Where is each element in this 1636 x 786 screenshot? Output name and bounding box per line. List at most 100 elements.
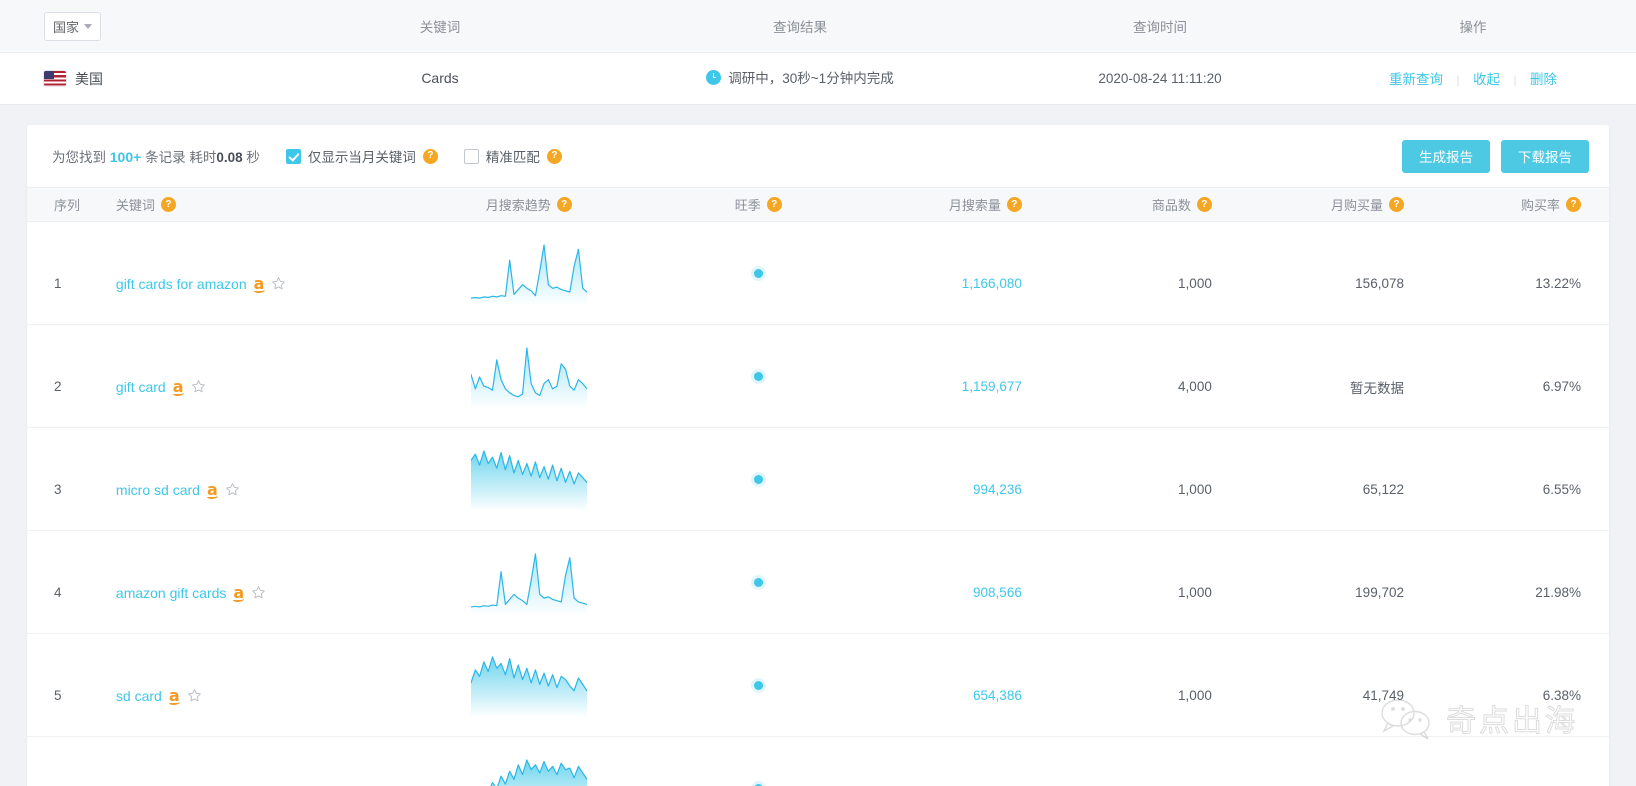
cell-volume: 654,386 <box>827 633 1022 737</box>
cell-purchases: 65,122 <box>1211 427 1404 531</box>
help-icon-purchases[interactable]: ? <box>1388 197 1404 212</box>
keywords-table: 序列 关键词? 月搜索趋势? 旺季? 月搜索量? 商品数? 月购买量 ? 购买率… <box>27 187 1609 786</box>
purchase-rate: 6.38% <box>1542 688 1581 703</box>
cell-peak <box>688 427 828 531</box>
col-header-volume: 月搜索量? <box>827 187 1022 222</box>
cell-keyword: amazon gift cards a <box>88 530 369 634</box>
download-report-button[interactable]: 下载报告 <box>1501 139 1589 173</box>
monthly-search-volume[interactable]: 654,386 <box>973 688 1022 703</box>
help-icon-current-month[interactable]: ? <box>422 148 438 164</box>
query-panel-header: 国家 关键词 查询结果 查询时间 操作 <box>0 0 1636 53</box>
query-header-time: 查询时间 <box>1133 20 1187 35</box>
monthly-search-volume[interactable]: 1,166,080 <box>962 276 1022 291</box>
monthly-search-volume[interactable]: 994,236 <box>973 482 1022 497</box>
keyword-link[interactable]: gift card <box>116 379 166 395</box>
favorite-star-icon[interactable] <box>187 688 202 703</box>
amazon-icon[interactable]: a <box>206 481 218 499</box>
us-flag-icon <box>44 71 66 86</box>
cell-peak <box>688 736 828 786</box>
col-label-goods: 商品数 <box>1151 198 1191 213</box>
current-month-checkbox[interactable] <box>285 148 301 164</box>
op-separator-2: | <box>1513 73 1517 87</box>
delete-link[interactable]: 删除 <box>1530 72 1557 87</box>
keyword-link[interactable]: amazon gift cards <box>116 585 227 601</box>
col-label-volume: 月搜索量 <box>948 198 1001 213</box>
table-row: 2 gift card a 1,159,677 4,000 暂无数据 6.97% <box>27 324 1609 428</box>
help-icon-keyword[interactable]: ? <box>160 197 176 212</box>
amazon-icon[interactable]: a <box>233 584 245 602</box>
favorite-star[interactable] <box>251 585 266 600</box>
cell-volume: 1,166,080 <box>827 221 1022 325</box>
keyword-link[interactable]: gift cards for amazon <box>116 276 247 292</box>
current-month-checkbox-group[interactable]: 仅显示当月关键词 ? <box>285 146 438 166</box>
cell-purchases: 8,914 <box>1211 736 1404 786</box>
favorite-star[interactable] <box>187 688 202 703</box>
elapsed-seconds: 0.08 <box>216 150 243 165</box>
query-header-operation: 操作 <box>1459 20 1487 35</box>
amazon-icon[interactable]: a <box>168 687 180 705</box>
monthly-search-volume[interactable]: 908,566 <box>973 585 1022 600</box>
cell-goods: 1,000 <box>1021 221 1212 325</box>
col-label-seq: 序列 <box>54 198 81 213</box>
cell-keyword: gift cards for amazon a <box>88 221 369 325</box>
favorite-star[interactable] <box>191 379 206 394</box>
monthly-purchases: 156,078 <box>1355 276 1404 291</box>
cell-rate: 6.97% <box>1403 324 1609 428</box>
query-cell-result: 调研中，30秒~1分钟内完成 <box>620 67 980 90</box>
purchase-rate: 6.97% <box>1542 379 1581 394</box>
table-row: 3 micro sd card a 994,236 1,000 65,122 6.55% <box>27 427 1609 531</box>
cell-trend <box>368 530 689 634</box>
cell-keyword: tarot cardsa <box>88 736 369 786</box>
favorite-star-icon[interactable] <box>251 585 266 600</box>
favorite-star[interactable] <box>271 276 286 291</box>
query-cell-operations: 重新查询 | 收起 | 删除 <box>1340 68 1636 89</box>
col-header-seq: 序列 <box>27 187 89 222</box>
cell-rate: 6.38% <box>1403 633 1609 737</box>
amazon-icon[interactable]: a <box>253 275 265 293</box>
monthly-purchases: 41,749 <box>1362 688 1404 703</box>
cell-goods: 1,000 <box>1021 530 1212 634</box>
cell-keyword: micro sd card a <box>88 427 369 531</box>
op-separator-1: | <box>1456 73 1460 87</box>
cell-trend <box>368 736 689 786</box>
cell-rate: 1.53% <box>1403 736 1609 786</box>
current-month-label: 仅显示当月关键词 <box>307 150 416 165</box>
cell-trend <box>368 427 689 531</box>
requery-link[interactable]: 重新查询 <box>1389 72 1443 87</box>
query-time-value: 2020-08-24 11:11:20 <box>1098 70 1222 86</box>
generate-report-button[interactable]: 生成报告 <box>1402 139 1490 173</box>
favorite-star-icon[interactable] <box>225 482 240 497</box>
cell-volume: 1,159,677 <box>827 324 1022 428</box>
help-icon-trend[interactable]: ? <box>556 197 572 212</box>
favorite-star[interactable] <box>225 482 240 497</box>
favorite-star-icon[interactable] <box>191 379 206 394</box>
cell-volume: 994,236 <box>827 427 1022 531</box>
cell-seq: 1 <box>27 221 89 325</box>
collapse-link[interactable]: 收起 <box>1473 72 1500 87</box>
cell-trend <box>368 324 689 428</box>
table-head: 序列 关键词? 月搜索趋势? 旺季? 月搜索量? 商品数? 月购买量 ? 购买率… <box>27 187 1609 222</box>
help-icon-exact-match[interactable]: ? <box>546 148 562 164</box>
chevron-down-icon <box>84 23 93 29</box>
col-header-peak: 旺季? <box>688 187 828 222</box>
query-keyword-value: Cards <box>421 69 459 86</box>
keyword-link[interactable]: sd card <box>116 688 162 704</box>
help-icon-goods[interactable]: ? <box>1196 197 1212 212</box>
exact-match-checkbox[interactable] <box>463 148 479 164</box>
amazon-icon[interactable]: a <box>172 378 184 396</box>
cell-seq: 2 <box>27 324 89 428</box>
exact-match-checkbox-group[interactable]: 精准匹配 ? <box>463 146 562 166</box>
cell-seq: 6 <box>27 736 89 786</box>
keyword-link[interactable]: micro sd card <box>116 482 200 498</box>
monthly-purchases: 65,122 <box>1362 482 1404 497</box>
cell-peak <box>688 633 828 737</box>
favorite-star-icon[interactable] <box>271 276 286 291</box>
cell-seq: 4 <box>27 530 89 634</box>
help-icon-rate[interactable]: ? <box>1566 197 1581 212</box>
country-filter-select[interactable]: 国家 <box>44 11 102 41</box>
monthly-search-volume[interactable]: 1,159,677 <box>962 379 1022 394</box>
help-icon-volume[interactable]: ? <box>1006 197 1022 212</box>
query-header-result: 查询结果 <box>773 20 827 35</box>
purchase-rate: 13.22% <box>1535 276 1581 291</box>
help-icon-peak[interactable]: ? <box>766 197 782 212</box>
